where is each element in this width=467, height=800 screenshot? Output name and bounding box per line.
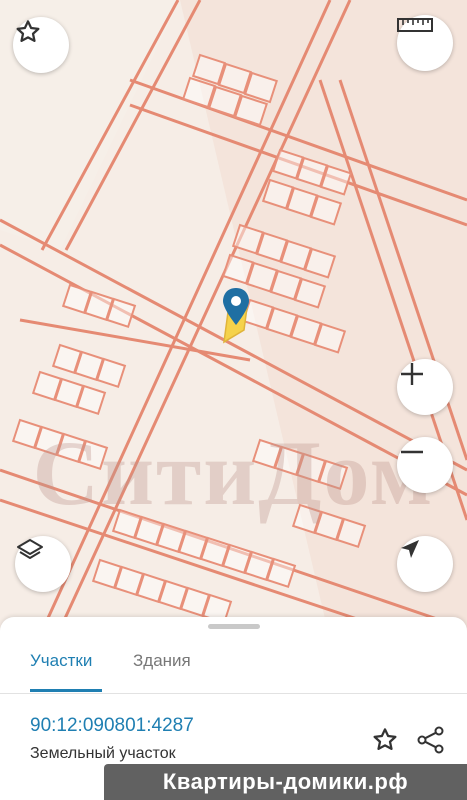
tab-buildings[interactable]: Здания	[133, 651, 191, 671]
layers-icon	[17, 539, 43, 559]
plus-icon	[401, 363, 423, 385]
measure-button[interactable]	[397, 15, 453, 71]
zoom-out-button[interactable]	[397, 437, 453, 493]
layers-button[interactable]	[15, 536, 71, 592]
share-button[interactable]	[416, 725, 446, 760]
add-favorite-button[interactable]	[370, 725, 400, 760]
parcel-cadastral-number[interactable]: 90:12:090801:4287	[30, 715, 194, 737]
minus-icon	[401, 450, 423, 454]
star-outline-icon	[373, 728, 397, 750]
favorite-button[interactable]	[13, 17, 69, 73]
parcel-type-label: Земельный участок	[30, 745, 176, 762]
map-watermark: СитиДом	[32, 422, 435, 524]
ruler-icon	[397, 18, 433, 32]
share-icon	[417, 726, 444, 754]
zoom-in-button[interactable]	[397, 359, 453, 415]
sheet-drag-handle[interactable]	[208, 624, 260, 629]
cadastral-map[interactable]: СитиДом	[0, 0, 467, 640]
sheet-tabs: Участки Здания	[0, 631, 467, 694]
site-watermark-banner: Квартиры-домики.рф	[104, 764, 467, 800]
site-watermark-text: Квартиры-домики.рф	[162, 769, 409, 794]
tab-parcels[interactable]: Участки	[30, 651, 92, 671]
active-tab-indicator	[30, 689, 102, 692]
navigation-arrow-icon	[401, 540, 419, 558]
locate-button[interactable]	[397, 536, 453, 592]
star-outline-icon	[16, 20, 40, 42]
